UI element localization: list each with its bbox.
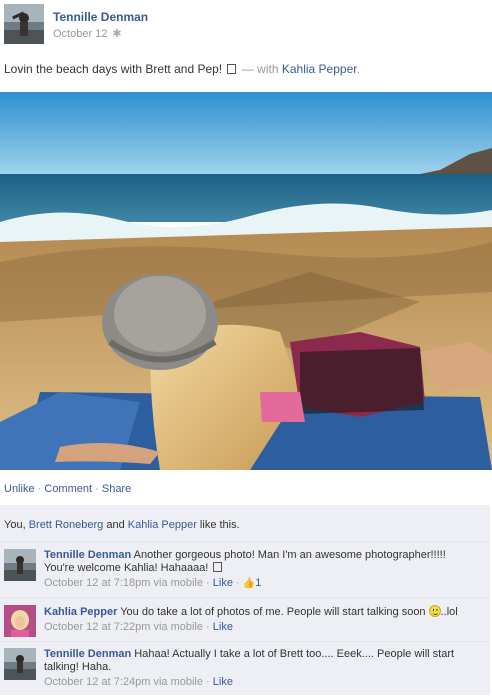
- comment-author[interactable]: Tennille Denman: [44, 549, 131, 561]
- tagged-person-link[interactable]: Kahlia Pepper: [282, 62, 357, 76]
- comment-avatar[interactable]: [4, 648, 36, 680]
- message-text: Lovin the beach days with Brett and Pep!: [4, 62, 223, 76]
- divider: [0, 597, 490, 598]
- post-photo[interactable]: [0, 92, 492, 470]
- post-date-row: October 12 ✱: [53, 27, 122, 40]
- comment-like-link[interactable]: Like: [213, 577, 233, 589]
- unlike-link[interactable]: Unlike: [4, 483, 35, 495]
- divider: [0, 541, 490, 542]
- likes-mid: and: [103, 519, 128, 531]
- comment-text: You do take a lot of photos of me. Peopl…: [120, 606, 426, 618]
- comment-time[interactable]: October 12 at 7:18pm via mobile: [44, 577, 203, 589]
- gear-icon[interactable]: ✱: [112, 27, 121, 40]
- meta-separator: ·: [206, 621, 210, 633]
- meta-separator: ·: [206, 577, 210, 589]
- likes-suffix: like this.: [196, 519, 240, 531]
- post-action-bar: Unlike · Comment · Share: [4, 483, 131, 495]
- action-separator: ·: [37, 483, 42, 495]
- post-message: Lovin the beach days with Brett and Pep!…: [4, 62, 360, 76]
- comment-like-link[interactable]: Like: [213, 676, 233, 688]
- comment-like-count[interactable]: 1: [255, 577, 261, 589]
- post-header: Tennille Denman October 12 ✱: [4, 4, 488, 44]
- meta-separator: ·: [236, 577, 240, 589]
- comment-time[interactable]: October 12 at 7:24pm via mobile: [44, 676, 203, 688]
- comment-text: Another gorgeous photo! Man I'm an aweso…: [133, 549, 446, 561]
- comment-avatar[interactable]: [4, 549, 36, 581]
- comment-author[interactable]: Kahlia Pepper: [44, 606, 117, 618]
- message-dash: —: [241, 62, 254, 76]
- comment-body: Tennille Denman Hahaa! Actually I take a…: [44, 648, 484, 689]
- meta-separator: ·: [206, 676, 210, 688]
- divider: [0, 641, 490, 642]
- liker-link[interactable]: Kahlia Pepper: [128, 519, 197, 531]
- comment-time[interactable]: October 12 at 7:22pm via mobile: [44, 621, 203, 633]
- likes-summary: You, Brett Roneberg and Kahlia Pepper li…: [4, 519, 240, 531]
- likes-prefix: You,: [4, 519, 29, 531]
- comment-text: You're welcome Kahlia! Hahaaaa!: [44, 562, 209, 574]
- comment-like-link[interactable]: Like: [213, 621, 233, 633]
- share-link[interactable]: Share: [102, 483, 131, 495]
- message-with: with: [257, 62, 279, 76]
- feedback-area: You, Brett Roneberg and Kahlia Pepper li…: [0, 505, 490, 695]
- comment-link[interactable]: Comment: [44, 483, 92, 495]
- liker-link[interactable]: Brett Roneberg: [29, 519, 104, 531]
- post-author-name[interactable]: Tennille Denman: [53, 10, 148, 24]
- comment-author[interactable]: Tennille Denman: [44, 648, 131, 660]
- emoji-box-icon: [227, 64, 237, 74]
- comment-text-end: ..lol: [440, 606, 458, 618]
- comment-avatar[interactable]: [4, 605, 36, 637]
- emoji-box-icon: [213, 562, 223, 572]
- comment-body: Tennille Denman Another gorgeous photo! …: [44, 549, 484, 590]
- thumbs-up-icon[interactable]: 👍: [243, 577, 255, 590]
- smiley-icon: [428, 605, 441, 617]
- message-end: .: [356, 62, 360, 76]
- comment-meta: October 12 at 7:24pm via mobile · Like: [44, 676, 484, 689]
- post-date[interactable]: October 12: [53, 28, 107, 40]
- comment-meta: October 12 at 7:18pm via mobile · Like ·…: [44, 577, 484, 590]
- author-avatar[interactable]: [4, 4, 44, 44]
- comment-meta: October 12 at 7:22pm via mobile · Like: [44, 621, 484, 634]
- action-separator: ·: [95, 483, 99, 495]
- comment-body: Kahlia Pepper You do take a lot of photo…: [44, 605, 484, 634]
